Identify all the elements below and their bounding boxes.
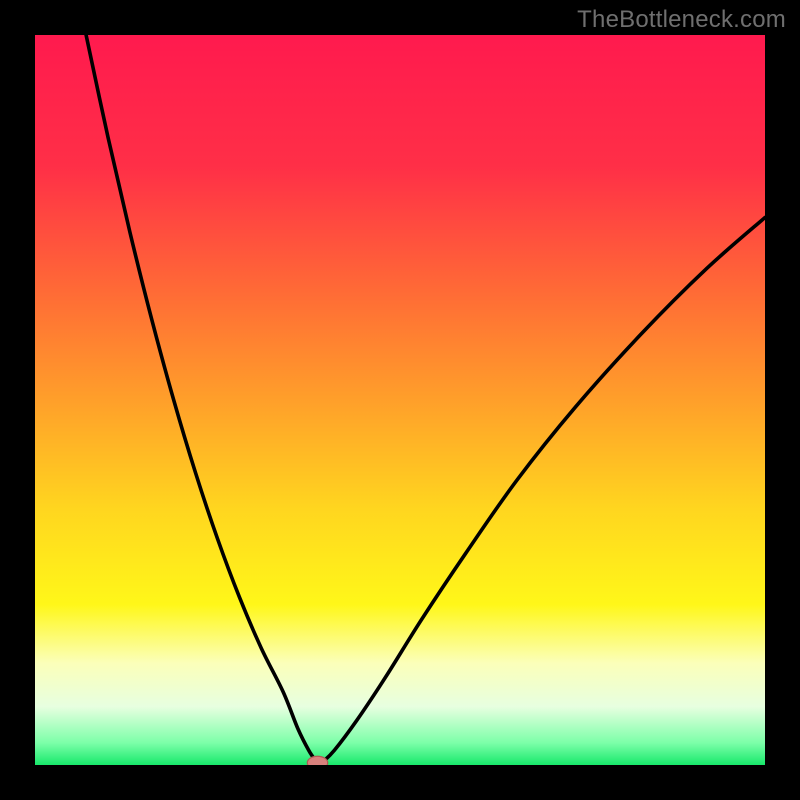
chart-frame <box>35 35 765 765</box>
bottleneck-plot <box>35 35 765 765</box>
watermark-text: TheBottleneck.com <box>577 6 786 34</box>
min-marker <box>307 756 327 765</box>
